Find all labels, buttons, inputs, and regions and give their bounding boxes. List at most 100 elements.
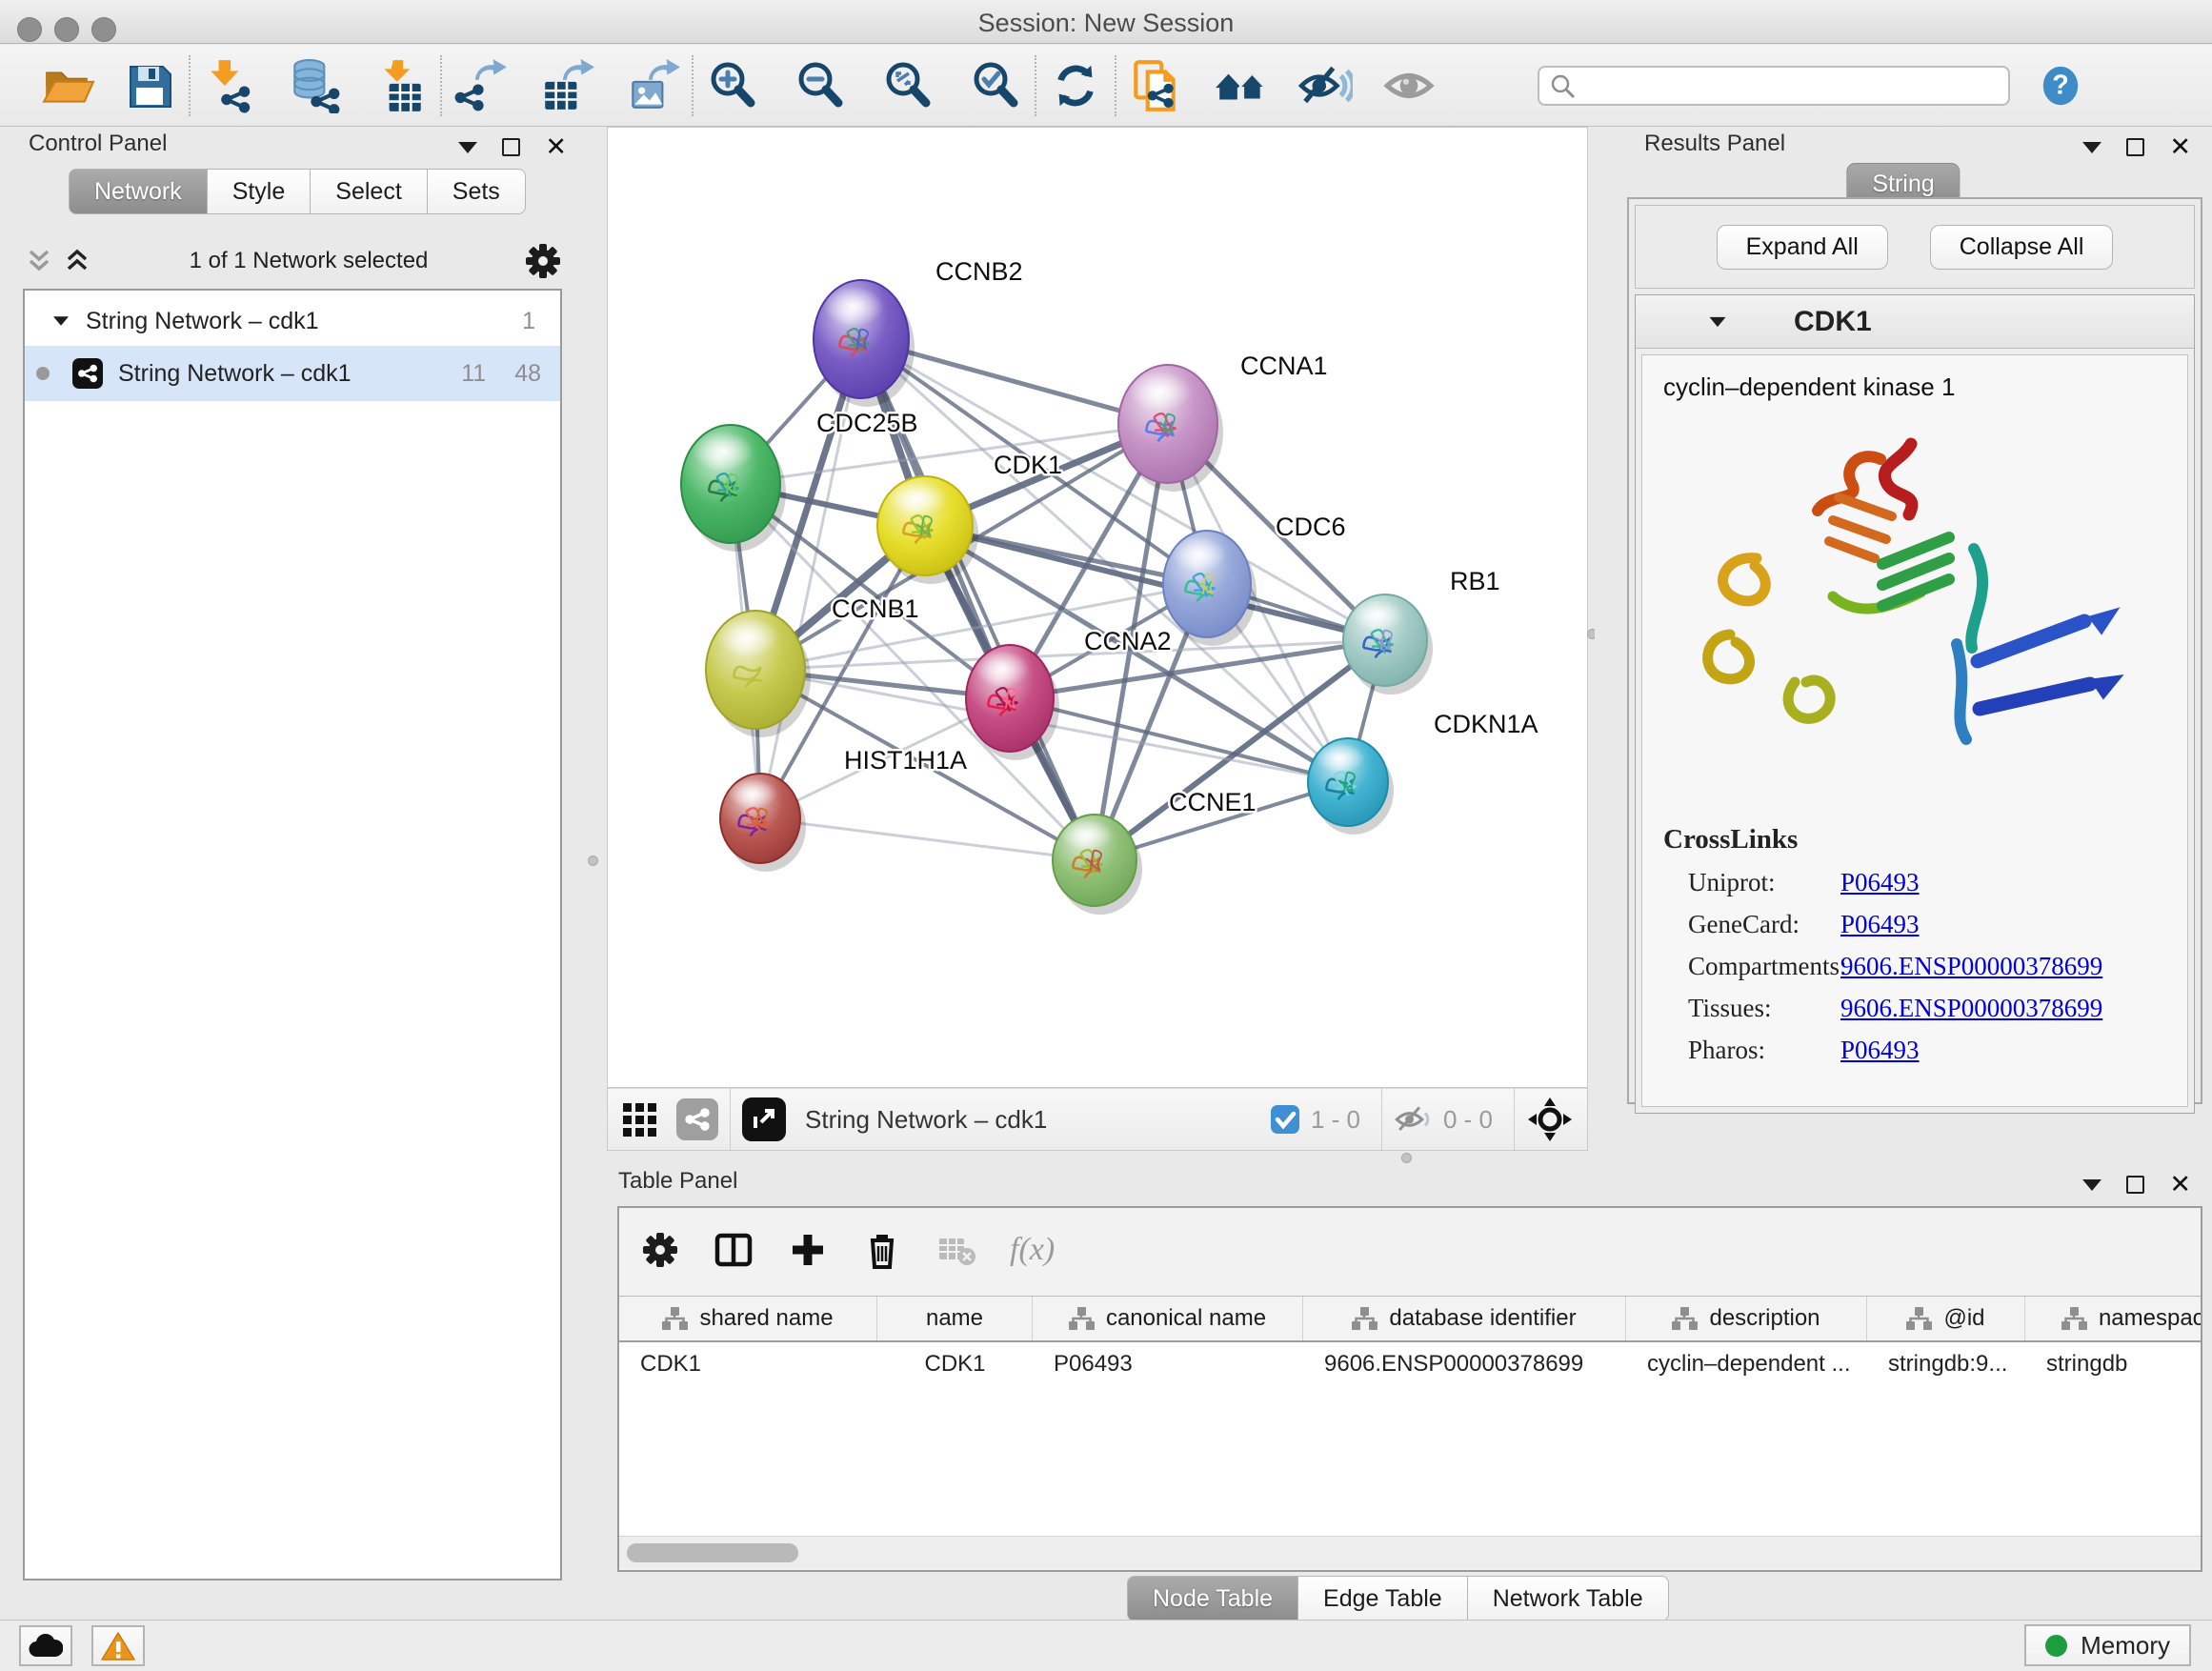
title-bar: Session: New Session	[0, 0, 2212, 44]
export-table-icon[interactable]	[537, 56, 596, 115]
panel-float-icon[interactable]	[2082, 1179, 2101, 1191]
network-options-gear-icon[interactable]	[524, 242, 562, 280]
protein-structure-image	[1642, 406, 2176, 806]
show-columns-icon[interactable]	[713, 1229, 754, 1271]
table-cell[interactable]: stringdb:9...	[1867, 1351, 2025, 1378]
export-network-icon[interactable]	[452, 56, 511, 115]
crosslink-link[interactable]: 9606.ENSP00000378699	[1840, 952, 2102, 980]
column-header-name[interactable]: name	[877, 1297, 1033, 1340]
table-cell[interactable]: CDK1	[877, 1351, 1033, 1378]
network-node-ccne1[interactable]: CCNE1	[1053, 788, 1257, 915]
collapse-all-icon[interactable]	[23, 246, 55, 276]
column-header-database-identifier[interactable]: database identifier	[1303, 1297, 1626, 1340]
delete-column-icon[interactable]	[861, 1229, 903, 1271]
network-collection-row[interactable]: String Network – cdk1 1	[25, 296, 560, 346]
table-header-row[interactable]: shared namenamecanonical namedatabase id…	[619, 1297, 2201, 1342]
memory-button[interactable]: Memory	[2024, 1624, 2191, 1666]
panel-close-icon[interactable]: ✕	[2169, 1172, 2191, 1198]
panel-float-icon[interactable]	[2082, 142, 2101, 153]
column-header-description[interactable]: description	[1626, 1297, 1867, 1340]
save-session-icon[interactable]	[120, 56, 179, 115]
memory-status-dot	[2045, 1635, 2067, 1657]
gene-symbol: CDK1	[1794, 306, 1872, 338]
create-column-icon[interactable]	[787, 1229, 829, 1271]
column-header-canonical-name[interactable]: canonical name	[1033, 1297, 1303, 1340]
gene-collapse-icon[interactable]	[1710, 316, 1726, 326]
zoom-in-icon[interactable]	[703, 56, 762, 115]
node-label-hist1h1a: HIST1H1A	[844, 746, 967, 775]
crosslink-link[interactable]: P06493	[1840, 910, 1920, 938]
tab-network[interactable]: Network	[69, 169, 208, 214]
network-node-cdkn1a[interactable]: CDKN1A	[1308, 710, 1538, 835]
panel-maximize-icon[interactable]	[502, 138, 520, 156]
left-splitter-handle[interactable]	[588, 856, 598, 866]
table-cell[interactable]: 9606.ENSP00000378699	[1303, 1351, 1626, 1378]
search-input[interactable]	[1538, 66, 2010, 106]
import-database-icon[interactable]	[286, 56, 345, 115]
table-cell[interactable]: cyclin–dependent ...	[1626, 1351, 1867, 1378]
panel-close-icon[interactable]: ✕	[545, 134, 567, 160]
main-toolbar: ?	[0, 45, 2212, 127]
table-row[interactable]: CDK1CDK1P064939606.ENSP00000378699cyclin…	[619, 1342, 2201, 1386]
import-network-icon[interactable]	[200, 56, 259, 115]
collection-collapse-icon[interactable]	[53, 316, 69, 326]
collapse-all-button[interactable]: Collapse All	[1930, 225, 2114, 270]
show-all-icon[interactable]	[1379, 56, 1438, 115]
warnings-button[interactable]	[91, 1625, 145, 1666]
panel-float-icon[interactable]	[458, 142, 477, 153]
tab-select[interactable]: Select	[311, 169, 427, 214]
tab-network-table[interactable]: Network Table	[1468, 1576, 1669, 1621]
tab-style[interactable]: Style	[208, 169, 312, 214]
network-node-ccnb2[interactable]: CCNB2	[814, 257, 1023, 407]
panel-maximize-icon[interactable]	[2126, 1176, 2144, 1194]
open-file-icon[interactable]	[38, 56, 97, 115]
network-node-ccna1[interactable]: CCNA1	[1118, 352, 1328, 492]
table-hscrollbar[interactable]	[619, 1536, 2201, 1568]
import-table-icon[interactable]	[372, 56, 431, 115]
selected-checkbox-icon[interactable]	[1269, 1103, 1301, 1136]
tab-node-table[interactable]: Node Table	[1127, 1576, 1298, 1621]
zoom-fit-icon[interactable]	[878, 56, 937, 115]
panel-close-icon[interactable]: ✕	[2169, 134, 2191, 160]
refresh-icon[interactable]	[1046, 56, 1105, 115]
node-table[interactable]: shared namenamecanonical namedatabase id…	[619, 1296, 2201, 1536]
network-row[interactable]: String Network – cdk1 11 48	[25, 346, 560, 401]
panel-maximize-icon[interactable]	[2126, 138, 2144, 156]
table-cell[interactable]: stringdb	[2025, 1351, 2201, 1378]
table-cell[interactable]: P06493	[1033, 1351, 1303, 1378]
gene-section-header[interactable]: CDK1	[1636, 295, 2194, 349]
table-hscrollbar-thumb[interactable]	[627, 1543, 798, 1562]
crosslink-link[interactable]: 9606.ENSP00000378699	[1840, 994, 2102, 1022]
export-image-icon[interactable]	[623, 56, 682, 115]
birdseye-grid-icon[interactable]	[621, 1099, 661, 1139]
crosslink-row: Tissues:9606.ENSP00000378699	[1663, 994, 2187, 1023]
fit-crosshair-icon[interactable]	[1526, 1096, 1574, 1143]
tree-column-icon	[1672, 1307, 1698, 1330]
selected-count: 1 - 0	[1311, 1105, 1360, 1135]
first-neighbors-icon[interactable]	[1212, 56, 1271, 115]
open-in-window-icon[interactable]	[742, 1097, 786, 1141]
svg-text:?: ?	[2052, 70, 2069, 100]
network-canvas[interactable]: CCNB2CCNA1CDC25BCDK1CDC6RB1CCNB1CCNA2CDK…	[607, 127, 1588, 1088]
column-header--id[interactable]: @id	[1867, 1297, 2025, 1340]
hide-selected-icon[interactable]	[1296, 56, 1355, 115]
column-header-shared-name[interactable]: shared name	[619, 1297, 877, 1340]
network-node-rb1[interactable]: RB1	[1343, 567, 1500, 695]
column-header-namespace[interactable]: namespace	[2025, 1297, 2201, 1340]
crosslink-link[interactable]: P06493	[1840, 868, 1920, 896]
zoom-out-icon[interactable]	[791, 56, 850, 115]
network-node-ccna2[interactable]: CCNA2	[966, 627, 1172, 760]
network-overview-icon[interactable]	[676, 1098, 718, 1140]
zoom-selected-icon[interactable]	[966, 56, 1025, 115]
expand-all-icon[interactable]	[61, 246, 93, 276]
table-cell[interactable]: CDK1	[619, 1351, 877, 1378]
tab-edge-table[interactable]: Edge Table	[1298, 1576, 1468, 1621]
help-icon[interactable]: ?	[2039, 64, 2082, 108]
expand-all-button[interactable]: Expand All	[1717, 225, 1888, 270]
cloud-button[interactable]	[19, 1625, 72, 1666]
crosslink-link[interactable]: P06493	[1840, 1036, 1920, 1064]
table-options-gear-icon[interactable]	[640, 1230, 680, 1270]
tab-sets[interactable]: Sets	[428, 169, 526, 214]
clone-network-icon[interactable]	[1126, 56, 1185, 115]
hidden-count: 0 - 0	[1443, 1105, 1493, 1135]
